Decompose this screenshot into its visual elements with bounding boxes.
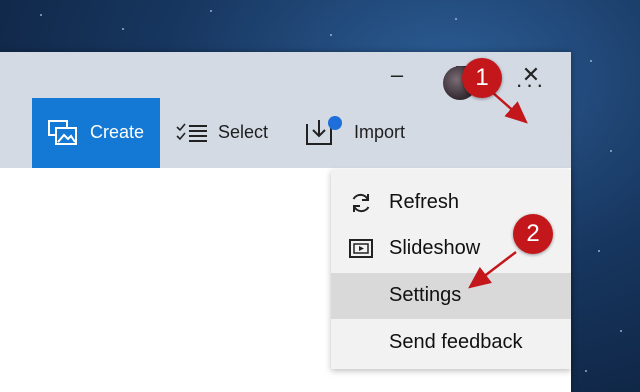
star: [455, 18, 457, 20]
step-2-badge: 2: [513, 214, 553, 254]
more-options-menu: Refresh Slideshow Settings Send feedback: [331, 170, 571, 369]
menu-label-settings: Settings: [389, 284, 462, 306]
menu-item-send-feedback[interactable]: Send feedback: [331, 320, 571, 366]
menu-label-slideshow: Slideshow: [389, 237, 481, 259]
star: [590, 60, 592, 62]
minimize-button[interactable]: –: [383, 62, 411, 88]
import-button[interactable]: Import: [298, 98, 418, 168]
star: [585, 370, 587, 372]
step-1-badge: 1: [462, 58, 502, 98]
select-list-icon: [176, 123, 207, 142]
select-label: Select: [218, 122, 269, 142]
select-button[interactable]: Select: [170, 98, 270, 168]
import-icon: [306, 116, 342, 145]
create-icon: [48, 120, 77, 145]
star: [610, 150, 612, 152]
refresh-icon: [352, 193, 370, 213]
menu-label-send-feedback: Send feedback: [389, 331, 523, 353]
star: [122, 28, 124, 30]
more-options-button[interactable]: ···: [508, 70, 554, 100]
star: [40, 14, 42, 16]
create-button[interactable]: Create: [32, 98, 160, 168]
notification-dot: [328, 116, 342, 130]
import-label: Import: [354, 122, 406, 142]
menu-label-refresh: Refresh: [389, 191, 460, 213]
create-label: Create: [90, 122, 145, 142]
star: [598, 250, 600, 252]
star: [330, 34, 332, 36]
star: [210, 10, 212, 12]
star: [620, 330, 622, 332]
menu-item-settings[interactable]: Settings: [331, 273, 571, 319]
slideshow-icon: [349, 239, 373, 258]
